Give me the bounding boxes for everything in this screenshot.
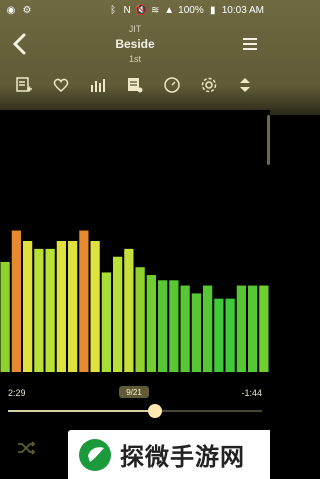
seek-bar[interactable] — [8, 404, 262, 418]
nfc-icon: N — [123, 4, 131, 16]
progress-area: 2:29 9/21 -1:44 — [0, 372, 270, 422]
spectrum-bar — [236, 285, 246, 372]
spectrum-bars — [0, 230, 269, 372]
spectrum-bar — [101, 272, 111, 372]
spectrum-bar — [113, 256, 123, 372]
wifi-icon: ≋ — [150, 4, 160, 16]
header: JIT Beside 1st — [0, 20, 270, 70]
seek-thumb[interactable] — [148, 404, 163, 418]
lyrics-button[interactable] — [124, 74, 146, 96]
spectrum-bar — [79, 230, 89, 372]
spectrum-bar — [225, 298, 235, 372]
spectrum-bar — [180, 285, 190, 372]
timer-icon — [164, 77, 180, 93]
watermark-text: 探微手游网 — [120, 443, 245, 471]
spectrum-bar — [68, 241, 78, 372]
sleep-timer-button[interactable] — [161, 74, 183, 96]
spectrum-bar — [248, 285, 258, 372]
spectrum-bar — [0, 261, 10, 372]
spectrum-bar — [34, 248, 44, 372]
spectrum-bar — [169, 280, 179, 372]
status-right: ᛒ N 🔇 ≋ ▲ 100% ▮ 10:03 AM — [108, 5, 264, 16]
bluetooth-icon: ᛒ — [110, 4, 117, 16]
settings-icon — [201, 77, 216, 93]
add-to-playlist-icon — [16, 77, 33, 92]
spectrum-bar — [191, 293, 201, 372]
remaining-time: -1:44 — [241, 388, 262, 398]
player-toolbar — [0, 70, 270, 100]
lyrics-icon — [127, 78, 143, 93]
shuffle-icon — [18, 441, 36, 455]
watermark-logo-icon — [79, 438, 111, 471]
spectrum-bar — [23, 241, 33, 372]
clock: 10:03 AM — [221, 4, 264, 16]
spectrum-bar — [45, 248, 55, 372]
seek-fill — [8, 410, 156, 412]
spectrum-bar — [259, 285, 269, 372]
now-playing-titles: JIT Beside 1st — [0, 20, 270, 64]
track-position-badge: 9/21 — [119, 386, 149, 398]
song-title: Beside — [115, 37, 155, 51]
album-label: 1st — [128, 54, 141, 64]
artist-label: JIT — [128, 24, 142, 34]
mute-icon: 🔇 — [134, 4, 148, 16]
spectrum-bar — [124, 248, 134, 372]
battery-icon: ▮ — [209, 4, 216, 16]
bottom-bar: 探微手游网 — [0, 422, 270, 479]
battery-text: 100% — [178, 4, 204, 16]
spectrum-bar — [158, 280, 168, 372]
equalizer-button[interactable] — [87, 74, 109, 96]
spectrum-bar — [146, 275, 156, 372]
menu-button[interactable] — [242, 36, 258, 52]
signal-icon: ▲ — [164, 4, 175, 16]
equalizer-icon — [91, 79, 106, 92]
watermark: 探微手游网 — [68, 430, 270, 479]
spectrum-bar — [135, 267, 145, 372]
shuffle-button[interactable] — [16, 438, 36, 458]
spectrum-bar — [90, 241, 100, 372]
heart-icon — [53, 78, 69, 92]
expand-collapse-icon — [240, 78, 251, 92]
spectrum-visualizer — [0, 110, 270, 372]
spectrum-bar — [56, 241, 66, 372]
favorite-button[interactable] — [50, 74, 72, 96]
add-to-playlist-button[interactable] — [13, 74, 35, 96]
expand-collapse-button[interactable] — [234, 74, 256, 96]
status-left: ◉ ⚙ — [6, 4, 32, 16]
settings-button[interactable] — [198, 74, 220, 96]
menu-icon — [243, 38, 257, 50]
status-bar: ◉ ⚙ ᛒ N 🔇 ≋ ▲ 100% ▮ 10:03 AM — [0, 0, 270, 20]
elapsed-time: 2:29 — [8, 388, 26, 398]
scroll-handle[interactable] — [267, 115, 270, 165]
settings-cog-icon: ⚙ — [22, 4, 32, 16]
spectrum-bar — [11, 230, 21, 372]
spectrum-bar — [203, 285, 213, 372]
spectrum-bar — [214, 298, 224, 372]
app-notification-icon: ◉ — [6, 4, 16, 16]
